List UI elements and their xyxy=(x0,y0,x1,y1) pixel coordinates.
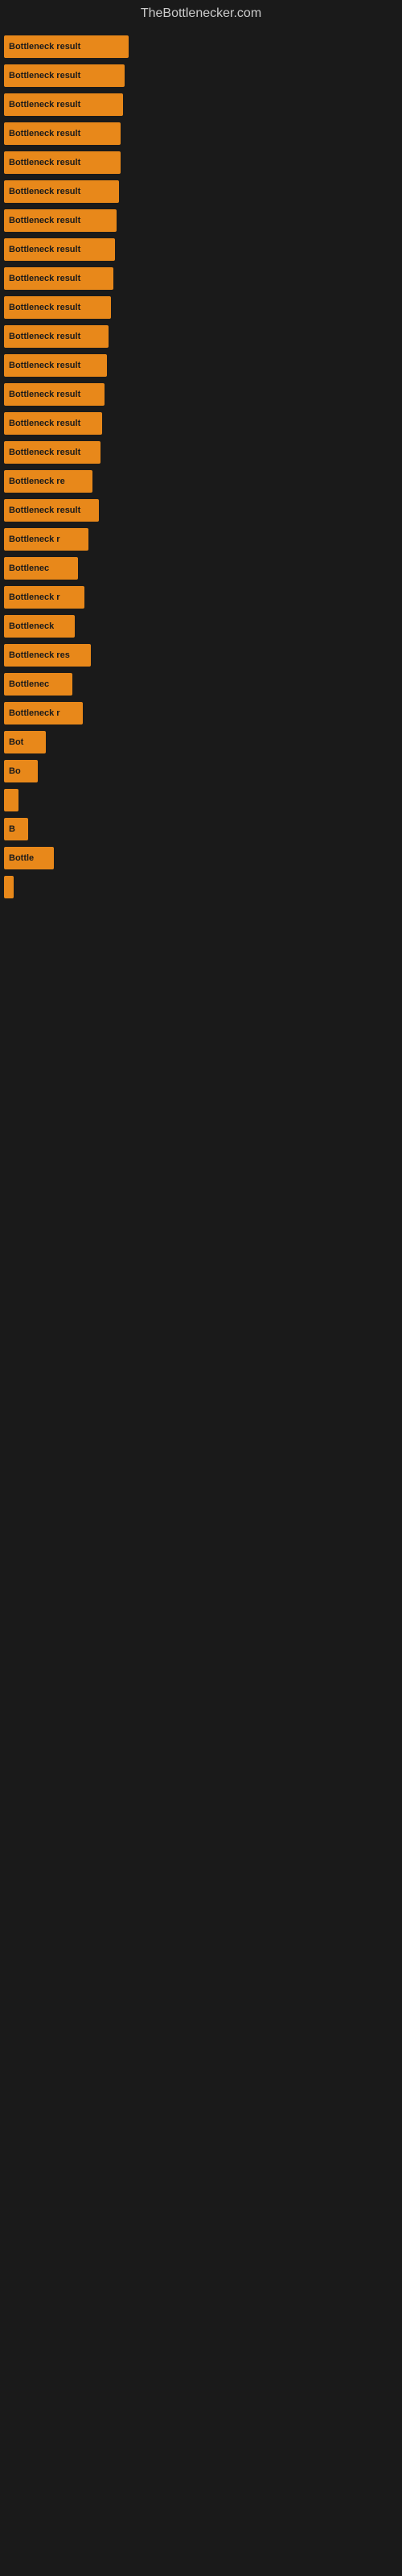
bar-11: Bottleneck result xyxy=(4,354,107,377)
bar-row: Bottleneck result xyxy=(4,499,402,522)
bar-label-16: Bottleneck result xyxy=(9,506,80,515)
bar-row: Bottleneck result xyxy=(4,383,402,406)
bar-label-0: Bottleneck result xyxy=(9,42,80,52)
bar-row: Bottleneck result xyxy=(4,238,402,261)
bar-row: Bottlenec xyxy=(4,673,402,696)
bar-2: Bottleneck result xyxy=(4,93,123,116)
bar-row xyxy=(4,876,402,898)
bar-27: B xyxy=(4,818,28,840)
bar-row: Bottleneck result xyxy=(4,354,402,377)
bar-label-19: Bottleneck r xyxy=(9,592,60,602)
bar-label-22: Bottlenec xyxy=(9,679,49,689)
bar-row: Bottleneck result xyxy=(4,122,402,145)
bar-label-9: Bottleneck result xyxy=(9,303,80,312)
bar-row: Bottleneck result xyxy=(4,180,402,203)
bar-24: Bot xyxy=(4,731,46,753)
bar-label-25: Bo xyxy=(9,766,21,776)
bar-1: Bottleneck result xyxy=(4,64,125,87)
bar-row: Bottleneck result xyxy=(4,325,402,348)
bar-row: Bottleneck xyxy=(4,615,402,638)
bar-row: Bottleneck result xyxy=(4,35,402,58)
bar-16: Bottleneck result xyxy=(4,499,99,522)
bar-label-24: Bot xyxy=(9,737,23,747)
bar-label-10: Bottleneck result xyxy=(9,332,80,341)
bar-4: Bottleneck result xyxy=(4,151,121,174)
bar-row: B xyxy=(4,818,402,840)
bar-row: Bo xyxy=(4,760,402,782)
bar-8: Bottleneck result xyxy=(4,267,113,290)
bar-18: Bottlenec xyxy=(4,557,78,580)
bar-22: Bottlenec xyxy=(4,673,72,696)
bar-17: Bottleneck r xyxy=(4,528,88,551)
bar-label-21: Bottleneck res xyxy=(9,650,70,660)
bar-row: Bottlenec xyxy=(4,557,402,580)
bar-label-2: Bottleneck result xyxy=(9,100,80,109)
bar-7: Bottleneck result xyxy=(4,238,115,261)
bar-14: Bottleneck result xyxy=(4,441,100,464)
bar-label-1: Bottleneck result xyxy=(9,71,80,80)
bar-10: Bottleneck result xyxy=(4,325,109,348)
bar-label-5: Bottleneck result xyxy=(9,187,80,196)
bar-15: Bottleneck re xyxy=(4,470,92,493)
bar-label-12: Bottleneck result xyxy=(9,390,80,399)
bar-row: Bottleneck result xyxy=(4,441,402,464)
bar-label-18: Bottlenec xyxy=(9,564,49,573)
bars-container: Bottleneck result Bottleneck result Bottle… xyxy=(0,27,402,913)
bar-row: Bottle xyxy=(4,847,402,869)
bar-12: Bottleneck result xyxy=(4,383,105,406)
bar-23: Bottleneck r xyxy=(4,702,83,724)
bar-row: Bottleneck r xyxy=(4,586,402,609)
bar-29 xyxy=(4,876,14,898)
bar-28: Bottle xyxy=(4,847,54,869)
bar-label-6: Bottleneck result xyxy=(9,216,80,225)
bar-row: Bottleneck re xyxy=(4,470,402,493)
bar-label-28: Bottle xyxy=(9,853,34,863)
bar-5: Bottleneck result xyxy=(4,180,119,203)
bar-label-4: Bottleneck result xyxy=(9,158,80,167)
bar-label-27: B xyxy=(9,824,15,834)
bar-row: Bottleneck res xyxy=(4,644,402,667)
bar-row: Bottleneck result xyxy=(4,93,402,116)
bar-20: Bottleneck xyxy=(4,615,75,638)
bar-label-17: Bottleneck r xyxy=(9,535,60,544)
bar-row: Bottleneck result xyxy=(4,267,402,290)
site-title: TheBottlenecker.com xyxy=(0,0,402,27)
bar-0: Bottleneck result xyxy=(4,35,129,58)
bar-6: Bottleneck result xyxy=(4,209,117,232)
bar-21: Bottleneck res xyxy=(4,644,91,667)
bar-row xyxy=(4,789,402,811)
bar-row: Bottleneck result xyxy=(4,209,402,232)
bar-row: Bottleneck result xyxy=(4,412,402,435)
bar-row: Bottleneck result xyxy=(4,64,402,87)
bar-row: Bottleneck result xyxy=(4,296,402,319)
bar-label-15: Bottleneck re xyxy=(9,477,65,486)
bar-19: Bottleneck r xyxy=(4,586,84,609)
bar-row: Bot xyxy=(4,731,402,753)
bar-25: Bo xyxy=(4,760,38,782)
bar-row: Bottleneck r xyxy=(4,528,402,551)
bar-label-13: Bottleneck result xyxy=(9,419,80,428)
bar-row: Bottleneck result xyxy=(4,151,402,174)
bar-row: Bottleneck r xyxy=(4,702,402,724)
bar-3: Bottleneck result xyxy=(4,122,121,145)
bar-label-11: Bottleneck result xyxy=(9,361,80,370)
bar-9: Bottleneck result xyxy=(4,296,111,319)
bar-13: Bottleneck result xyxy=(4,412,102,435)
bar-label-7: Bottleneck result xyxy=(9,245,80,254)
bar-label-3: Bottleneck result xyxy=(9,129,80,138)
bar-label-8: Bottleneck result xyxy=(9,274,80,283)
bar-label-14: Bottleneck result xyxy=(9,448,80,457)
bar-26 xyxy=(4,789,18,811)
bar-label-23: Bottleneck r xyxy=(9,708,60,718)
bar-label-20: Bottleneck xyxy=(9,621,54,631)
